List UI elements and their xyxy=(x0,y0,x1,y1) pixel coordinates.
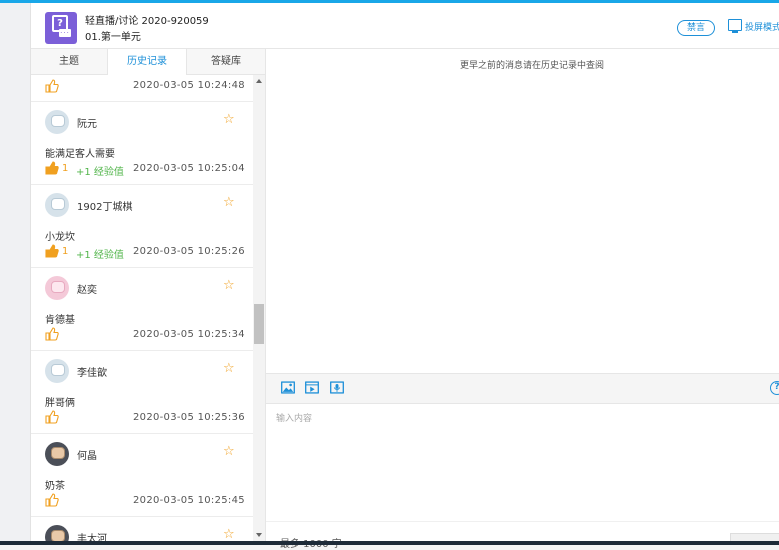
user-name: 何晶 xyxy=(77,451,97,462)
star-icon[interactable]: ☆ xyxy=(223,361,235,376)
message-time: 2020-03-05 10:25:04 xyxy=(133,163,245,174)
message-input[interactable] xyxy=(274,409,773,523)
tab-bar: 主题 历史记录 答疑库 xyxy=(31,49,265,75)
star-icon[interactable]: ☆ xyxy=(223,195,235,210)
message-content: 小龙坎 xyxy=(45,232,75,243)
message-time: 2020-03-05 10:25:34 xyxy=(133,329,245,340)
exp-points: +1 经验值 xyxy=(76,167,124,178)
scroll-up-icon[interactable] xyxy=(256,79,262,83)
cast-mode-button[interactable]: 投屏模式 xyxy=(745,20,779,33)
avatar xyxy=(45,193,69,217)
message-content: 肯德基 xyxy=(45,315,75,326)
message-list: 2020-03-05 10:24:48 阮元 ☆ 能满足客人需要 1 +1 经验… xyxy=(31,75,253,541)
scroll-down-icon[interactable] xyxy=(256,533,262,537)
like-count: 1 xyxy=(62,163,69,174)
input-toolbar: ? xyxy=(266,373,779,404)
unit-subtitle: 01.第一单元 xyxy=(85,32,141,43)
exp-points: +1 经验值 xyxy=(76,250,124,261)
scroll-thumb[interactable] xyxy=(254,304,264,344)
audio-icon[interactable] xyxy=(330,381,344,394)
taskbar-strip xyxy=(0,541,779,545)
user-name: 阮元 xyxy=(77,119,97,130)
avatar xyxy=(45,442,69,466)
avatar xyxy=(45,525,69,541)
like-icon[interactable] xyxy=(45,244,59,258)
tab-history[interactable]: 历史记录 xyxy=(107,49,187,75)
like-icon[interactable] xyxy=(45,327,59,341)
user-name: 1902丁城棋 xyxy=(77,202,133,213)
tab-topic[interactable]: 主题 xyxy=(31,49,107,74)
header: ? ... 轻直播/讨论 2020-920059 01.第一单元 禁言 投屏模式 xyxy=(31,3,779,49)
history-note: 更早之前的消息请在历史记录中查阅 xyxy=(459,61,604,71)
user-name: 丰太河 xyxy=(77,534,107,541)
discussion-logo-icon: ? ... xyxy=(45,12,77,44)
star-icon[interactable]: ☆ xyxy=(223,112,235,127)
list-item: 何晶 ☆ 奶茶 2020-03-05 10:25:45 xyxy=(31,434,253,517)
like-count: 1 xyxy=(62,246,69,257)
mute-button[interactable]: 禁言 xyxy=(677,20,715,36)
avatar xyxy=(45,359,69,383)
left-side-strip xyxy=(0,3,31,541)
list-item: 丰太河 ☆ xyxy=(31,517,253,541)
help-icon[interactable]: ? xyxy=(770,381,779,395)
message-time: 2020-03-05 10:24:48 xyxy=(133,80,245,91)
message-time: 2020-03-05 10:25:26 xyxy=(133,246,245,257)
list-item: 2020-03-05 10:24:48 xyxy=(31,75,253,102)
message-content: 胖哥俩 xyxy=(45,398,75,409)
star-icon[interactable]: ☆ xyxy=(223,527,235,541)
message-time: 2020-03-05 10:25:36 xyxy=(133,412,245,423)
list-item: 1902丁城棋 ☆ 小龙坎 1 +1 经验值 2020-03-05 10:25:… xyxy=(31,185,253,268)
avatar xyxy=(45,110,69,134)
message-content: 奶茶 xyxy=(45,481,65,492)
message-content: 能满足客人需要 xyxy=(45,149,115,160)
list-item: 阮元 ☆ 能满足客人需要 1 +1 经验值 2020-03-05 10:25:0… xyxy=(31,102,253,185)
screen-cast-icon[interactable] xyxy=(728,19,742,33)
star-icon[interactable]: ☆ xyxy=(223,278,235,293)
user-name: 赵奕 xyxy=(77,285,97,296)
like-icon[interactable] xyxy=(45,410,59,424)
avatar xyxy=(45,276,69,300)
image-icon[interactable] xyxy=(281,381,295,394)
chat-panel: 更早之前的消息请在历史记录中查阅 ? 最多 1000 字 xyxy=(266,49,779,550)
list-scrollbar[interactable] xyxy=(253,75,265,541)
like-icon[interactable] xyxy=(45,161,59,175)
input-divider xyxy=(266,521,779,522)
like-icon[interactable] xyxy=(45,493,59,507)
video-icon[interactable] xyxy=(305,381,319,394)
tab-qa-library[interactable]: 答疑库 xyxy=(187,49,265,74)
user-name: 李佳歆 xyxy=(77,368,107,379)
message-time: 2020-03-05 10:25:45 xyxy=(133,495,245,506)
page-title: 轻直播/讨论 2020-920059 xyxy=(85,16,209,27)
app-window: ? ... 轻直播/讨论 2020-920059 01.第一单元 禁言 投屏模式… xyxy=(31,3,779,550)
left-panel: 主题 历史记录 答疑库 2020-03-05 10:24:48 阮元 ☆ 能满足… xyxy=(31,49,266,541)
list-item: 赵奕 ☆ 肯德基 2020-03-05 10:25:34 xyxy=(31,268,253,351)
list-item: 李佳歆 ☆ 胖哥俩 2020-03-05 10:25:36 xyxy=(31,351,253,434)
like-icon[interactable] xyxy=(45,79,59,93)
star-icon[interactable]: ☆ xyxy=(223,444,235,459)
